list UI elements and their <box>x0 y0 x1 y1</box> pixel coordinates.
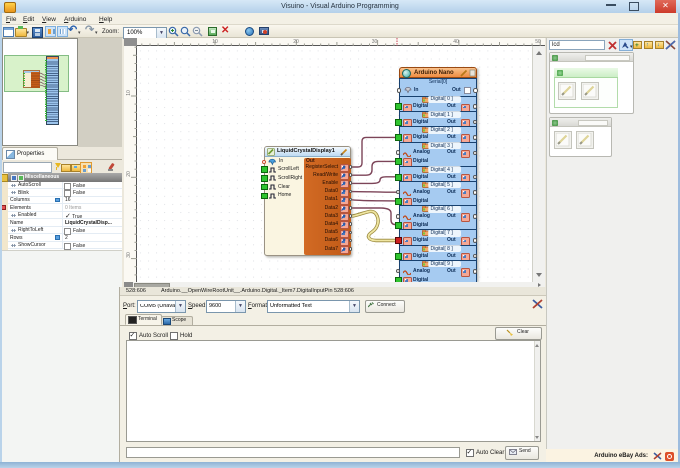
svg-text:30: 30 <box>126 252 132 258</box>
svg-text:50: 50 <box>535 39 541 45</box>
svg-text:10: 10 <box>126 90 132 96</box>
svg-text:30: 30 <box>372 39 378 45</box>
svg-text:40: 40 <box>453 39 459 45</box>
svg-text:10: 10 <box>212 39 218 45</box>
svg-text:20: 20 <box>126 171 132 177</box>
svg-text:20: 20 <box>293 39 299 45</box>
